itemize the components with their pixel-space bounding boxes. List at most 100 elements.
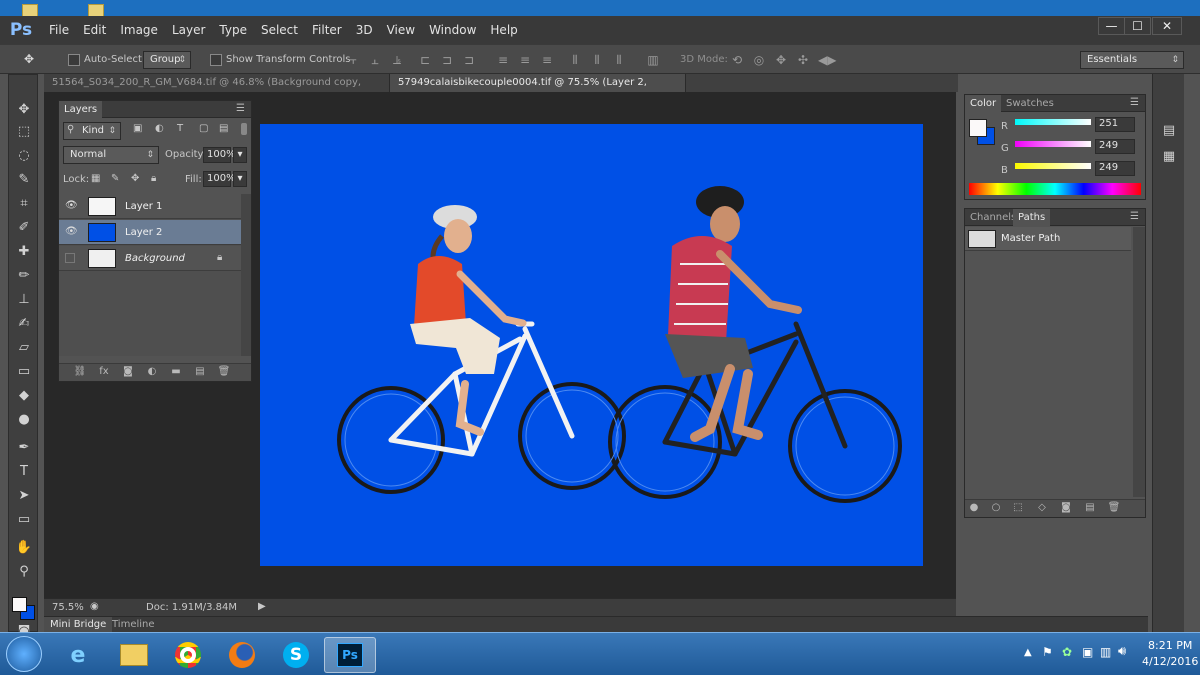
menu-window[interactable]: Window [422, 16, 483, 44]
hand-tool-icon[interactable]: ✋ [15, 539, 33, 557]
close-button[interactable]: ✕ [1152, 17, 1182, 35]
new-layer-icon[interactable]: ▤ [193, 366, 207, 379]
menu-image[interactable]: Image [113, 16, 165, 44]
new-group-icon[interactable]: ▬ [169, 366, 183, 379]
3d-scale-icon[interactable]: ◀▶ [818, 53, 836, 67]
r-value-field[interactable]: 251 [1095, 117, 1135, 132]
distribute-bottom-icon[interactable]: ≡ [540, 53, 554, 67]
foreground-color-chip[interactable] [969, 119, 987, 137]
clone-stamp-tool-icon[interactable]: ⊥ [15, 291, 33, 309]
tab-swatches[interactable]: Swatches [1001, 95, 1059, 112]
minimize-button[interactable]: — [1098, 17, 1125, 35]
stroke-path-icon[interactable]: ○ [989, 502, 1003, 515]
align-right-icon[interactable]: ⊐ [462, 53, 476, 67]
auto-select-checkbox[interactable] [68, 54, 80, 66]
visibility-eye-icon[interactable]: 👁︎ [65, 201, 78, 211]
lock-position-icon[interactable]: ✥ [131, 173, 139, 184]
eyedropper-tool-icon[interactable]: ✐ [15, 219, 33, 237]
tray-drive-icon[interactable]: ▣ [1082, 645, 1093, 659]
filter-type-icon[interactable]: T [177, 123, 183, 134]
tray-flag-icon[interactable]: ⚑ [1042, 645, 1053, 659]
gradient-tool-icon[interactable]: ▭ [15, 363, 33, 381]
taskbar-chrome-icon[interactable] [162, 637, 214, 673]
3d-slide-icon[interactable]: ✣ [796, 53, 810, 67]
auto-select-dropdown[interactable]: Group [143, 51, 191, 69]
path-row[interactable]: Master Path [965, 227, 1131, 251]
add-mask-icon[interactable]: ◙ [1059, 502, 1073, 515]
filter-adjustment-icon[interactable]: ◐ [155, 123, 164, 134]
lock-image-icon[interactable]: ✎ [111, 173, 119, 184]
b-value-field[interactable]: 249 [1095, 161, 1135, 176]
visibility-off-icon[interactable] [65, 253, 75, 263]
blur-tool-icon[interactable]: ◆ [15, 387, 33, 405]
auto-align-icon[interactable]: ▥ [646, 53, 660, 67]
taskbar-firefox-icon[interactable] [216, 637, 268, 673]
visibility-eye-icon[interactable]: 👁︎ [65, 227, 78, 237]
align-left-icon[interactable]: ⊏ [418, 53, 432, 67]
menu-view[interactable]: View [380, 16, 422, 44]
brush-tool-icon[interactable]: ✏ [15, 267, 33, 285]
align-bottom-icon[interactable]: ⫡ [390, 53, 404, 67]
path-name[interactable]: Master Path [1001, 233, 1060, 244]
align-top-icon[interactable]: ⫟ [346, 53, 360, 67]
lock-all-icon[interactable]: 🔒︎ [151, 173, 156, 184]
layers-scrollbar[interactable] [241, 194, 251, 356]
add-mask-icon[interactable]: ◙ [121, 366, 135, 379]
menu-filter[interactable]: Filter [305, 16, 349, 44]
blend-mode-dropdown[interactable]: Normal [63, 146, 159, 164]
distribute-vcenter-icon[interactable]: ≡ [518, 53, 532, 67]
tab-layers[interactable]: Layers [59, 101, 103, 118]
foreground-color-swatch[interactable] [12, 597, 27, 612]
tab-paths[interactable]: Paths [1013, 209, 1051, 226]
panel-menu-icon[interactable]: ☰ [1130, 97, 1139, 108]
healing-brush-tool-icon[interactable]: ✚ [15, 243, 33, 261]
status-arrow-icon[interactable]: ▶ [258, 601, 266, 612]
menu-layer[interactable]: Layer [165, 16, 212, 44]
fill-arrow[interactable]: ▾ [233, 171, 247, 187]
tray-volume-icon[interactable]: 🔊︎ [1118, 644, 1126, 659]
show-transform-checkbox[interactable] [210, 54, 222, 66]
crop-tool-icon[interactable]: ⌗ [15, 195, 33, 213]
taskbar-skype-icon[interactable]: S [270, 637, 322, 673]
tab-timeline[interactable]: Timeline [106, 617, 161, 633]
marquee-tool-icon[interactable]: ⬚ [15, 123, 33, 141]
quick-select-tool-icon[interactable]: ✎ [15, 171, 33, 189]
filter-shape-icon[interactable]: ▢ [199, 123, 208, 134]
distribute-hcenter-icon[interactable]: ⦀ [590, 53, 604, 67]
lock-transparent-icon[interactable]: ▦ [91, 173, 100, 184]
g-slider[interactable] [1015, 141, 1091, 147]
tray-arrow-icon[interactable]: ▲ [1024, 647, 1032, 658]
layer-name[interactable]: Background [125, 253, 185, 264]
move-tool-preset-icon[interactable]: ✥ [22, 52, 36, 66]
status-icon[interactable]: ◉ [90, 601, 99, 612]
lasso-tool-icon[interactable]: ◌ [15, 147, 33, 165]
tab-document-1[interactable]: 51564_S034_200_R_GM_V684.tif @ 46.8% (Ba… [44, 74, 390, 106]
3d-roll-icon[interactable]: ◎ [752, 53, 766, 67]
distribute-right-icon[interactable]: ⦀ [612, 53, 626, 67]
maximize-button[interactable]: ☐ [1124, 17, 1151, 35]
move-tool-icon[interactable]: ✥ [15, 101, 33, 119]
r-slider[interactable] [1015, 119, 1091, 125]
clock-date[interactable]: 4/12/2016 [1142, 655, 1198, 668]
layer-style-icon[interactable]: fx [97, 366, 111, 379]
load-selection-icon[interactable]: ⬚ [1011, 502, 1025, 515]
align-hcenter-icon[interactable]: ⊐ [440, 53, 454, 67]
pen-tool-icon[interactable]: ✒ [15, 439, 33, 457]
tray-network-icon[interactable]: ▥ [1100, 645, 1111, 659]
history-brush-tool-icon[interactable]: ✍ [15, 315, 33, 333]
tab-document-2[interactable]: 57949calaisbikecouple0004.tif @ 75.5% (L… [390, 74, 686, 106]
type-tool-icon[interactable]: T [15, 463, 33, 481]
eraser-tool-icon[interactable]: ▱ [15, 339, 33, 357]
delete-path-icon[interactable]: 🗑︎ [1107, 502, 1121, 515]
new-path-icon[interactable]: ▤ [1083, 502, 1097, 515]
taskbar-photoshop-icon[interactable]: Ps [324, 637, 376, 673]
make-work-path-icon[interactable]: ◇ [1035, 502, 1049, 515]
tray-app-icon[interactable]: ✿ [1062, 645, 1072, 659]
layer-row[interactable]: Background 🔒︎ [59, 246, 241, 271]
tab-color[interactable]: Color [965, 95, 1002, 112]
menu-help[interactable]: Help [483, 16, 524, 44]
fill-field[interactable]: 100% [203, 171, 236, 187]
adjustment-layer-icon[interactable]: ◐ [145, 366, 159, 379]
align-vcenter-icon[interactable]: ⫠ [368, 53, 382, 67]
start-button[interactable] [6, 636, 42, 672]
